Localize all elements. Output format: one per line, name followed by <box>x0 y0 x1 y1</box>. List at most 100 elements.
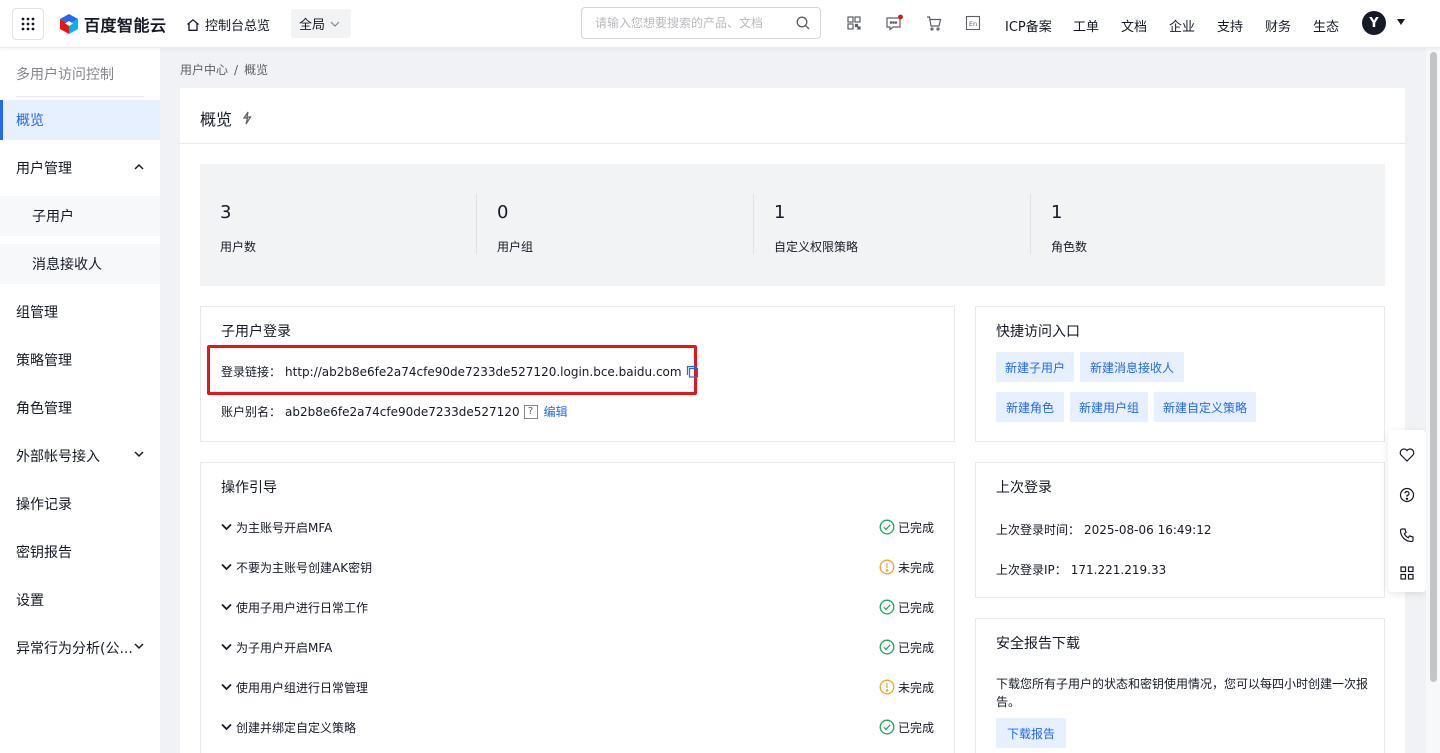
page-title-row: 概览 <box>200 106 254 130</box>
app-grid-button[interactable] <box>12 8 44 40</box>
page-scrollbar[interactable] <box>1426 48 1440 753</box>
new-message-receiver-button[interactable]: 新建消息接收人 <box>1080 352 1184 382</box>
chevron-down-icon[interactable] <box>221 683 232 691</box>
sidebar-item-external-accounts[interactable]: 外部帐号接入 <box>0 436 160 476</box>
copy-icon[interactable] <box>686 365 699 378</box>
guide-row[interactable]: 为主账号开启MFA 已完成 <box>221 517 935 537</box>
qrcode-icon[interactable] <box>845 14 863 32</box>
nav-docs[interactable]: 文档 <box>1121 16 1147 35</box>
main-panel: 概览 3 用户数 0 用户组 1 自定义权限策略 1 角色数 子用户登录 登录链… <box>180 88 1405 753</box>
stat-label: 自定义权限策略 <box>774 240 859 254</box>
search-input[interactable] <box>595 16 796 30</box>
card-title: 操作引导 <box>221 480 277 496</box>
nav-support[interactable]: 支持 <box>1217 16 1243 35</box>
title-divider <box>180 143 1405 144</box>
help-icon[interactable]: ? <box>523 404 538 419</box>
apps-grid-icon[interactable] <box>1398 564 1416 582</box>
guide-row-label: 使用子用户进行日常工作 <box>236 600 369 615</box>
security-report-card: 安全报告下载 下载您所有子用户的状态和密钥使用情况，您可以每四小时创建一次报告。… <box>975 618 1385 753</box>
chevron-down-icon[interactable] <box>221 563 232 571</box>
edit-alias-link[interactable]: 编辑 <box>544 403 568 420</box>
new-user-group-button[interactable]: 新建用户组 <box>1070 392 1148 422</box>
last-login-ip-row: 上次登录IP： 171.221.219.33 <box>996 561 1166 578</box>
cube-logo-icon <box>60 14 78 34</box>
new-custom-policy-button[interactable]: 新建自定义策略 <box>1154 392 1256 422</box>
heart-icon[interactable] <box>1398 446 1416 464</box>
nav-icp[interactable]: ICP备案 <box>1005 16 1052 35</box>
sidebar-item-settings[interactable]: 设置 <box>0 580 160 620</box>
sidebar-item-sub-users[interactable]: 子用户 <box>0 196 160 236</box>
sidebar-item-label: 策略管理 <box>16 353 72 369</box>
login-link-value[interactable]: http://ab2b8e6fe2a74cfe90de7233de527120.… <box>285 365 682 379</box>
guide-row[interactable]: 不要为主账号创建AK密钥 未完成 <box>221 557 935 577</box>
login-link-label: 登录链接： <box>221 365 282 379</box>
phone-icon[interactable] <box>1398 526 1416 544</box>
guide-status-text: 已完成 <box>898 720 935 735</box>
language-icon[interactable]: En <box>964 14 982 32</box>
caret-down-icon[interactable] <box>1397 19 1405 25</box>
breadcrumb-current: 概览 <box>244 63 269 77</box>
report-description: 下载您所有子用户的状态和密钥使用情况，您可以每四小时创建一次报告。 <box>996 677 1369 709</box>
avatar[interactable]: Y <box>1362 11 1386 35</box>
sidebar-item-operation-log[interactable]: 操作记录 <box>0 484 160 524</box>
breadcrumb-root[interactable]: 用户中心 <box>180 63 228 77</box>
new-role-button[interactable]: 新建角色 <box>996 392 1064 422</box>
scrollbar-thumb[interactable] <box>1430 52 1437 682</box>
sidebar-item-roles[interactable]: 角色管理 <box>0 388 160 428</box>
guide-row-label: 为主账号开启MFA <box>236 520 333 535</box>
breadcrumb-separator: / <box>234 63 239 77</box>
home-icon <box>187 18 199 31</box>
last-login-ip-value: 171.221.219.33 <box>1070 562 1167 577</box>
help-circle-icon[interactable] <box>1398 486 1416 504</box>
stat-user-count: 3 用户数 <box>200 164 477 286</box>
stat-label: 角色数 <box>1051 240 1088 254</box>
nav-enterprise[interactable]: 企业 <box>1169 16 1195 35</box>
console-home-label: 控制台总览 <box>205 19 271 34</box>
new-sub-user-button[interactable]: 新建子用户 <box>996 352 1074 382</box>
sidebar-item-groups[interactable]: 组管理 <box>0 292 160 332</box>
sidebar-item-key-report[interactable]: 密钥报告 <box>0 532 160 572</box>
guide-status-text: 已完成 <box>898 600 935 615</box>
console-home-link[interactable]: 控制台总览 <box>186 15 270 34</box>
search-icon[interactable] <box>796 16 810 30</box>
last-login-ip-label: 上次登录IP： <box>996 563 1067 577</box>
nav-finance[interactable]: 财务 <box>1265 16 1291 35</box>
sidebar-item-user-management[interactable]: 用户管理 <box>0 148 160 188</box>
guide-row[interactable]: 使用子用户进行日常工作 已完成 <box>221 597 935 617</box>
warning-circle-icon <box>879 559 895 575</box>
brand-logo[interactable]: 百度智能云 <box>58 12 167 36</box>
login-link-row: 登录链接： http://ab2b8e6fe2a74cfe90de7233de5… <box>221 363 699 380</box>
sidebar-item-overview[interactable]: 概览 <box>0 100 160 140</box>
stat-group-count: 0 用户组 <box>477 164 754 286</box>
last-login-time-row: 上次登录时间： 2025-08-06 16:49:12 <box>996 521 1211 538</box>
region-selector[interactable]: 全局 <box>291 9 351 38</box>
guide-row-label: 使用用户组进行日常管理 <box>236 680 369 695</box>
guide-row[interactable]: 为子用户开启MFA 已完成 <box>221 637 935 657</box>
guide-row[interactable]: 使用用户组进行日常管理 未完成 <box>221 677 935 697</box>
sidebar-item-policies[interactable]: 策略管理 <box>0 340 160 380</box>
cart-icon[interactable] <box>925 14 943 32</box>
lightning-icon[interactable] <box>240 111 254 125</box>
nav-ecosystem[interactable]: 生态 <box>1313 16 1339 35</box>
guide-status-text: 未完成 <box>898 680 935 695</box>
page-title: 概览 <box>200 110 233 129</box>
chevron-down-icon[interactable] <box>221 603 232 611</box>
download-report-button[interactable]: 下载报告 <box>996 718 1066 748</box>
chevron-down-icon[interactable] <box>221 723 232 731</box>
account-alias-label: 账户别名： <box>221 405 282 419</box>
chevron-down-icon[interactable] <box>221 643 232 651</box>
check-circle-icon <box>879 519 895 535</box>
sidebar-item-message-receivers[interactable]: 消息接收人 <box>0 244 160 284</box>
chevron-down-icon[interactable] <box>221 523 232 531</box>
top-bar: 百度智能云 控制台总览 全局 E <box>0 0 1440 48</box>
nav-ticket[interactable]: 工单 <box>1073 16 1099 35</box>
search-box[interactable] <box>581 7 821 39</box>
chevron-down-icon <box>134 643 144 650</box>
guide-row[interactable]: 创建并绑定自定义策略 已完成 <box>221 717 935 737</box>
message-icon[interactable] <box>885 14 903 32</box>
stat-role-count: 1 角色数 <box>1031 164 1308 286</box>
sidebar-item-label: 操作记录 <box>16 497 72 513</box>
guide-row-status: 未完成 <box>879 559 934 576</box>
sidebar-title: 多用户访问控制 <box>16 67 114 83</box>
sidebar-item-anomaly-analysis[interactable]: 异常行为分析(公... <box>0 628 160 668</box>
